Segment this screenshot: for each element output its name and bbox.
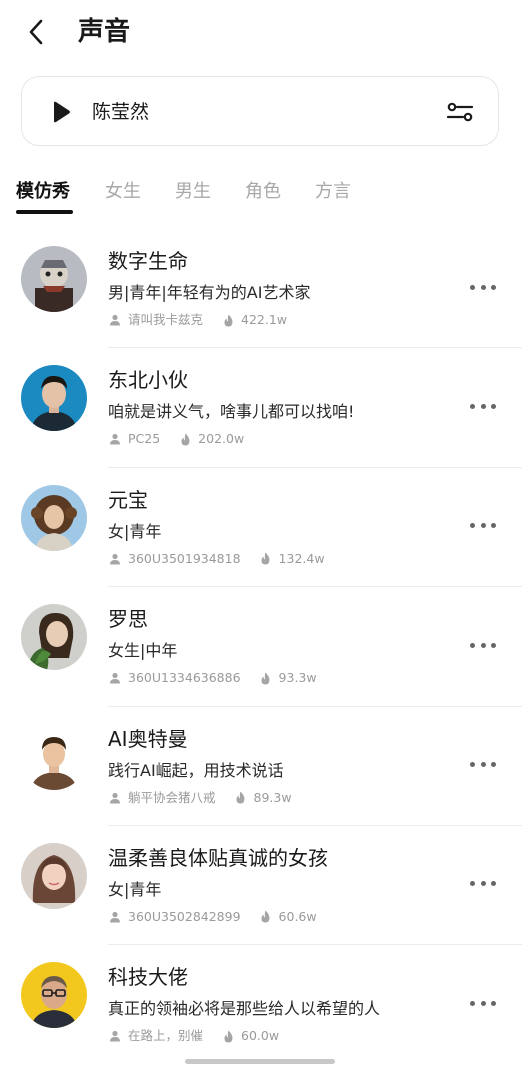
voice-description: 女|青年: [108, 879, 162, 899]
play-button[interactable]: [46, 97, 76, 127]
voice-name: 数字生命: [108, 249, 188, 273]
flame-icon: [259, 552, 273, 566]
more-options-button[interactable]: [470, 516, 496, 536]
user-icon: [108, 791, 122, 805]
chevron-left-icon: [29, 19, 43, 45]
voice-name: AI奥特曼: [108, 726, 188, 751]
avatar: [21, 246, 87, 312]
voice-name: 温柔善良体贴真诚的女孩: [108, 845, 328, 870]
list-item[interactable]: 罗思 女生|中年 360U1334636886 93.3w: [0, 587, 522, 707]
author-name: 躺平协会猪八戒: [128, 789, 216, 805]
voice-description: 咱就是讲义气，啥事儿都可以找咱!: [108, 402, 355, 422]
user-icon: [108, 671, 122, 685]
user-icon: [108, 1029, 122, 1043]
voice-meta: 360U1334636886 93.3w: [108, 669, 317, 687]
avatar: [21, 723, 87, 790]
avatar: [21, 842, 87, 909]
voice-meta: 360U3502842899 60.6w: [108, 908, 317, 926]
play-count: 60.6w: [278, 908, 317, 924]
voice-list: 数字生命 男|青年|年轻有为的AI艺术家 请叫我卡兹克 422.1w 东北小伙 …: [0, 229, 522, 1065]
list-item[interactable]: AI奥特曼 践行AI崛起，用技术说话 躺平协会猪八戒 89.3w: [0, 707, 522, 826]
voice-description: 女生|中年: [108, 641, 178, 661]
voice-meta: 躺平协会猪八戒 89.3w: [108, 789, 292, 807]
voice-name: 东北小伙: [108, 368, 188, 393]
play-icon: [54, 101, 70, 123]
author-name: PC25: [128, 431, 161, 447]
author-name: 在路上，别催: [128, 1028, 204, 1044]
avatar: [21, 365, 87, 432]
voice-description: 女|青年: [108, 521, 162, 541]
flame-icon: [221, 1029, 235, 1043]
more-options-button[interactable]: [470, 874, 496, 894]
sliders-icon: [446, 102, 474, 122]
tab-female[interactable]: 女生: [105, 178, 141, 206]
list-item[interactable]: 温柔善良体贴真诚的女孩 女|青年 360U3502842899 60.6w: [0, 826, 522, 946]
voice-name: 元宝: [108, 487, 148, 512]
user-icon: [108, 432, 122, 446]
user-icon: [108, 910, 122, 924]
voice-meta: 360U3501934818 132.4w: [108, 550, 325, 568]
author-name: 360U3501934818: [128, 550, 241, 566]
flame-icon: [259, 671, 273, 685]
voice-description: 践行AI崛起，用技术说话: [108, 760, 284, 780]
header: 声音: [0, 0, 522, 64]
voice-meta: 请叫我卡兹克 422.1w: [108, 311, 287, 329]
home-indicator[interactable]: [185, 1059, 335, 1064]
list-item[interactable]: 数字生命 男|青年|年轻有为的AI艺术家 请叫我卡兹克 422.1w: [0, 229, 522, 349]
list-item[interactable]: 东北小伙 咱就是讲义气，啥事儿都可以找咱! PC25 202.0w: [0, 348, 522, 468]
active-tab-indicator: [16, 210, 73, 214]
voice-description: 男|青年|年轻有为的AI艺术家: [108, 283, 311, 302]
voice-name: 罗思: [108, 607, 148, 632]
play-count: 202.0w: [198, 431, 245, 447]
current-voice-player: 陈莹然: [21, 76, 499, 146]
back-button[interactable]: [18, 14, 54, 50]
author-name: 360U1334636886: [128, 670, 241, 686]
voice-meta: PC25 202.0w: [108, 430, 244, 448]
author-name: 请叫我卡兹克: [128, 312, 204, 327]
category-tabs: 模仿秀 女生 男生 角色 方言: [0, 172, 522, 218]
more-options-button[interactable]: [470, 396, 496, 416]
flame-icon: [221, 313, 235, 327]
current-voice-name: 陈莹然: [92, 101, 150, 123]
play-count: 89.3w: [253, 789, 292, 805]
more-options-button[interactable]: [470, 755, 496, 775]
more-options-button[interactable]: [470, 277, 496, 297]
tab-character[interactable]: 角色: [245, 178, 281, 206]
tab-dialect[interactable]: 方言: [315, 178, 351, 206]
voice-description: 真正的领袖必将是那些给人以希望的人: [108, 999, 381, 1019]
flame-icon: [259, 910, 273, 924]
avatar: [21, 484, 87, 551]
user-icon: [108, 313, 122, 327]
voice-meta: 在路上，别催 60.0w: [108, 1027, 279, 1045]
author-name: 360U3502842899: [128, 908, 241, 924]
avatar: [21, 962, 87, 1029]
list-item[interactable]: 科技大佬 真正的领袖必将是那些给人以希望的人 在路上，别催 60.0w: [0, 945, 522, 1064]
list-item[interactable]: 元宝 女|青年 360U3501934818 132.4w: [0, 468, 522, 588]
voice-settings-button[interactable]: [444, 97, 476, 127]
more-options-button[interactable]: [470, 993, 496, 1013]
flame-icon: [234, 791, 248, 805]
avatar: [21, 604, 87, 671]
play-count: 60.0w: [241, 1028, 280, 1044]
tab-imitation[interactable]: 模仿秀: [16, 178, 70, 206]
play-count: 422.1w: [241, 312, 288, 327]
more-options-button[interactable]: [470, 635, 496, 655]
play-count: 132.4w: [278, 550, 325, 566]
flame-icon: [178, 432, 192, 446]
tab-male[interactable]: 男生: [175, 178, 211, 206]
voice-name: 科技大佬: [108, 965, 188, 990]
user-icon: [108, 552, 122, 566]
page-title: 声音: [78, 17, 131, 47]
play-count: 93.3w: [278, 670, 317, 686]
